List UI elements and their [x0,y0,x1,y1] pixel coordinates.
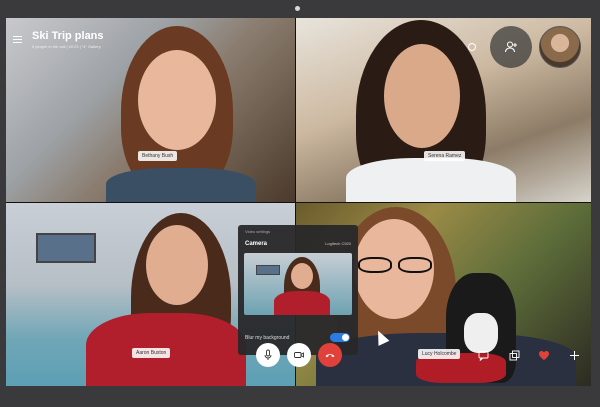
add-person-icon [505,41,517,53]
chat-button[interactable] [476,348,490,362]
video-settings-panel: Video settings Camera Logitech C920 Blur… [238,225,358,355]
call-title: Ski Trip plans [32,30,104,42]
blur-background-label: Blur my background [245,335,290,341]
camera-device-select[interactable]: Logitech C920 [325,241,351,246]
more-options-button[interactable] [567,348,581,362]
popout-button[interactable] [507,348,521,362]
mute-button[interactable] [256,343,280,367]
popout-icon [509,350,519,360]
name-tag-aaron: Aaron Buxton [132,348,171,358]
call-screen: Bethany Bush Serena Ramez Aaron Buxton L… [6,18,591,386]
video-toggle-button[interactable] [287,343,311,367]
name-tag-lucy: Lucy Holcombe [418,349,461,359]
name-tag-serena: Serena Ramez [424,151,466,161]
microphone-icon [264,349,272,360]
call-header: Ski Trip plans 5 people in the call | 00… [6,18,296,58]
end-call-button[interactable] [318,343,342,367]
name-tag-bethany: Bethany Bush [138,151,178,161]
plus-icon [569,350,579,360]
video-settings-icon[interactable] [468,43,476,51]
video-camera-icon [294,352,304,358]
device-frame: Bethany Bush Serena Ramez Aaron Buxton L… [0,0,600,407]
video-settings-header: Video settings [245,229,271,234]
self-view-avatar[interactable] [539,26,581,68]
end-call-icon [325,354,335,358]
chat-icon [478,350,488,361]
camera-dot [295,6,300,11]
camera-label: Camera [245,241,268,247]
blur-background-toggle[interactable] [330,333,350,342]
menu-icon[interactable] [13,36,22,43]
heart-icon [539,350,549,360]
call-subtitle: 5 people in the call | 00:23 | "4" Galle… [32,44,101,49]
react-button[interactable] [537,348,551,362]
wall-frame [36,233,96,263]
add-person-button[interactable] [490,26,532,68]
camera-preview [244,253,352,315]
